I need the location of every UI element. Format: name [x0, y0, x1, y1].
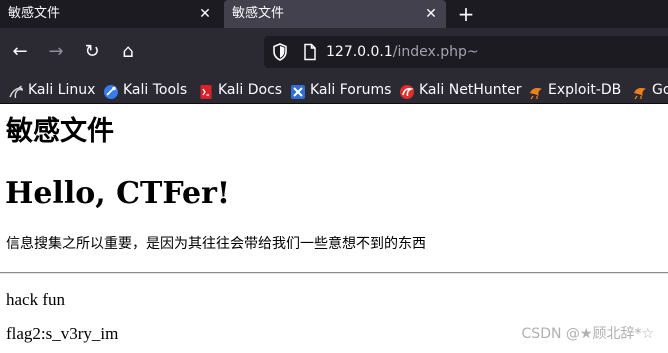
tab-sensitive-file-2[interactable]: 敏感文件 ✕ [224, 0, 446, 28]
navigation-toolbar: ← → ↻ ⌂ 127.0.0.1/index.php~ [0, 28, 668, 76]
ghdb-icon [632, 82, 648, 100]
page-content: 敏感文件 Hello, CTFer! 信息搜集之所以重要，是因为其往往会带给我们… [0, 104, 668, 353]
tracking-protection-shield-icon[interactable] [270, 42, 290, 62]
description-text: 信息搜集之所以重要，是因为其往往会带给我们一些意想不到的东西 [6, 236, 426, 252]
horizontal-divider [0, 272, 668, 274]
reload-icon[interactable]: ↻ [80, 40, 104, 64]
bookmark-label: Kali Linux [28, 82, 96, 98]
bookmark-label: Exploit-DB [548, 82, 622, 98]
kali-forums-icon [290, 82, 306, 99]
bookmark-label: Go [652, 82, 668, 98]
page-heading: 敏感文件 [6, 116, 114, 147]
forward-arrow-icon[interactable]: → [44, 40, 68, 64]
bookmark-label: Kali Tools [123, 82, 188, 98]
url-text: 127.0.0.1/index.php~ [326, 36, 479, 68]
exploit-db-icon [528, 82, 544, 100]
new-tab-button[interactable]: + [454, 2, 478, 26]
tab-title: 敏感文件 [8, 6, 61, 21]
csdn-watermark: CSDN @★顾北辞*☆ [521, 326, 654, 342]
hello-heading: Hello, CTFer! [5, 176, 231, 211]
close-icon[interactable]: ✕ [422, 5, 440, 23]
bookmarks-toolbar: Kali Linux Kali Tools Kali Docs Kali For… [0, 76, 668, 104]
address-bar[interactable]: 127.0.0.1/index.php~ [264, 36, 668, 68]
bookmark-label: Kali Docs [218, 82, 283, 98]
nethunter-icon [399, 82, 415, 99]
home-icon[interactable]: ⌂ [116, 40, 140, 64]
page-info-icon[interactable] [300, 42, 320, 62]
bookmark-label: Kali NetHunter [419, 82, 522, 98]
kali-tools-icon [103, 82, 119, 99]
hack-fun-text: hack fun [6, 290, 66, 309]
bookmark-label: Kali Forums [310, 82, 392, 98]
kali-dragon-icon [8, 82, 24, 99]
url-path: /index.php~ [392, 44, 479, 60]
tab-strip: 敏感文件 ✕ 敏感文件 ✕ + [0, 0, 668, 28]
close-icon[interactable]: ✕ [196, 5, 214, 23]
tab-sensitive-file-1[interactable]: 敏感文件 ✕ [0, 0, 220, 28]
kali-docs-icon [198, 82, 214, 99]
url-host: 127.0.0.1 [326, 44, 393, 60]
tab-title: 敏感文件 [232, 6, 285, 21]
browser-window: 敏感文件 ✕ 敏感文件 ✕ + ← → ↻ ⌂ 127.0.0.1/index.… [0, 0, 668, 353]
flag-text: flag2:s_v3ry_im [6, 324, 119, 343]
back-arrow-icon[interactable]: ← [8, 40, 32, 64]
